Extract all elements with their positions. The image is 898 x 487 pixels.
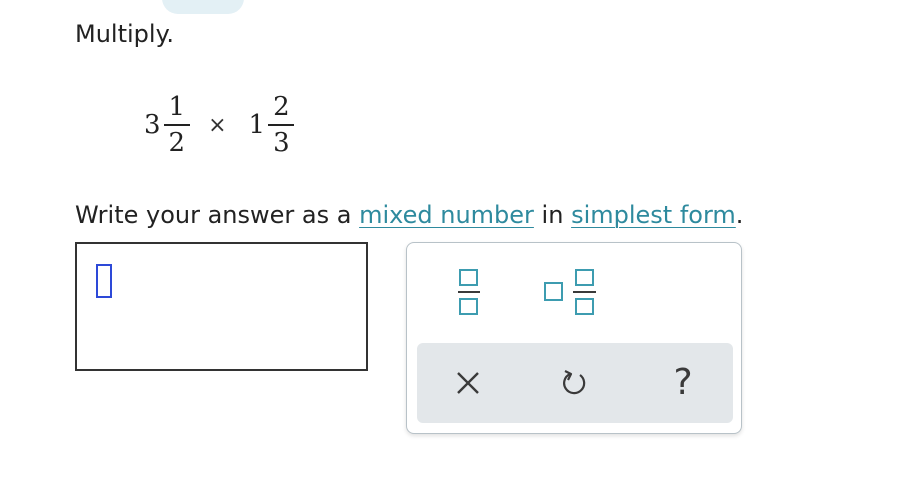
top-tab-decoration (162, 0, 244, 14)
mixed-number-button[interactable] (539, 265, 605, 319)
first-fraction: 1 2 (163, 92, 191, 158)
undo-icon (563, 370, 586, 395)
clear-icon (457, 372, 479, 394)
fraction-bar (163, 124, 190, 126)
clear-button[interactable] (442, 357, 494, 409)
second-denominator: 3 (273, 128, 290, 158)
input-cursor-slot[interactable] (96, 264, 112, 298)
help-icon: ? (673, 362, 693, 403)
undo-button[interactable] (549, 357, 601, 409)
first-numerator: 1 (168, 92, 186, 122)
keypad-action-bar: ? (417, 343, 733, 423)
answer-input[interactable] (75, 242, 368, 371)
instruction-suffix: . (735, 201, 744, 229)
fraction-button[interactable] (447, 265, 491, 319)
answer-instruction: Write your answer as a mixed number in s… (75, 199, 743, 231)
fraction-bar (268, 124, 295, 126)
instruction-prefix: Write your answer as a (75, 201, 352, 229)
mixed-number-icon (544, 269, 596, 315)
second-fraction: 2 3 (268, 92, 295, 158)
math-expression: 3 1 2 × 1 2 3 (144, 84, 295, 166)
second-whole: 1 (248, 110, 266, 140)
math-keypad: ? (406, 242, 742, 434)
multiply-operator: × (208, 112, 227, 138)
fraction-icon (458, 269, 480, 315)
question-prompt: Multiply. (75, 20, 174, 48)
instruction-middle: in (541, 201, 564, 229)
simplest-form-link[interactable]: simplest form (571, 201, 736, 229)
first-whole: 3 (144, 110, 161, 140)
help-button[interactable]: ? (657, 357, 709, 409)
first-denominator: 2 (168, 128, 186, 158)
mixed-number-link[interactable]: mixed number (359, 201, 534, 229)
second-numerator: 2 (273, 92, 290, 122)
